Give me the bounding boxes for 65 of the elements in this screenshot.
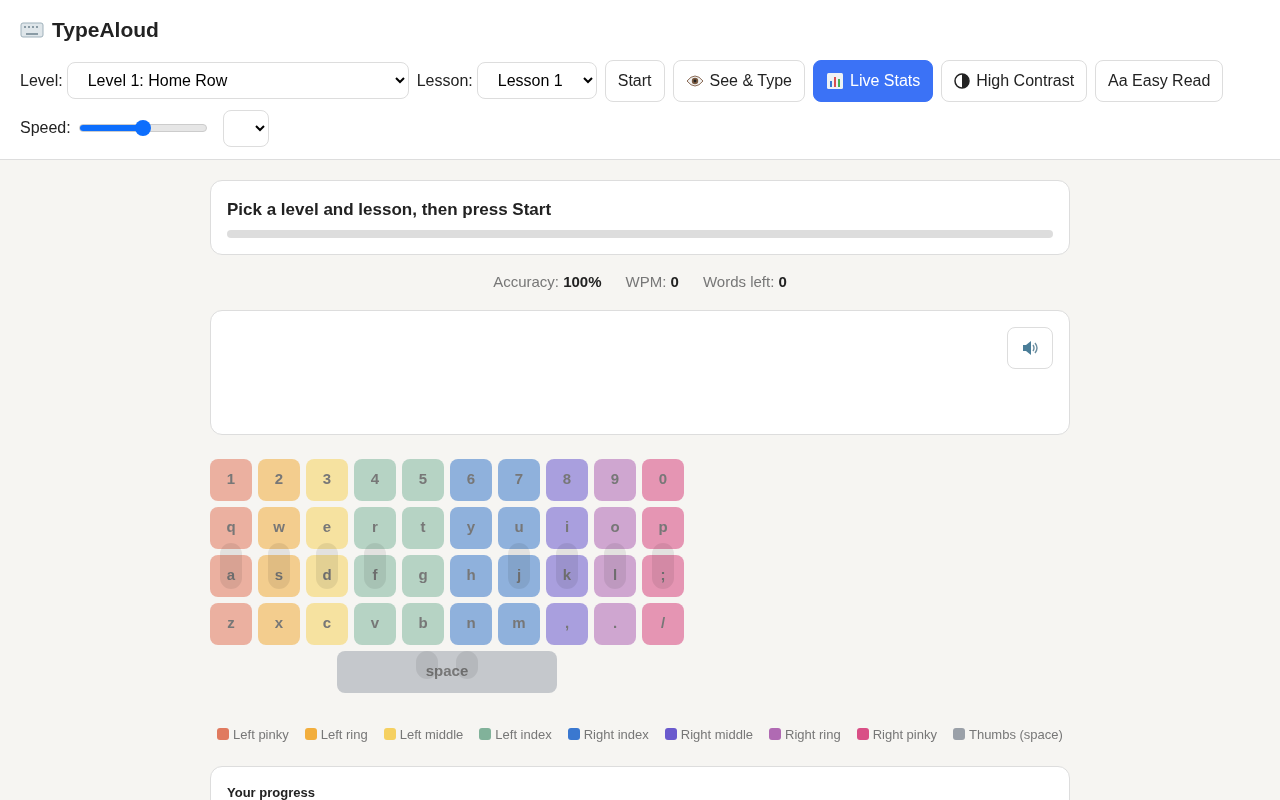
- keyboard-key: 1: [210, 458, 252, 501]
- keyboard-key: 7: [498, 458, 540, 501]
- stat-text: WPM: 0: [625, 272, 679, 292]
- toolbar-button[interactable]: Live Stats: [813, 59, 934, 102]
- app-title: TypeAloud: [52, 17, 159, 43]
- keyboard-key: n: [450, 602, 492, 645]
- keyboard-key: t: [402, 506, 444, 549]
- legend-label: Right middle: [680, 725, 753, 744]
- keyboard-key: 0: [642, 458, 684, 501]
- toolbar-button[interactable]: See & Type: [672, 59, 805, 102]
- level-select[interactable]: Level 1: Home Row: [66, 62, 409, 99]
- level-label: Level:: [20, 70, 63, 91]
- stat-text: Words left: 0: [702, 272, 787, 292]
- keyboard-key: c: [306, 602, 348, 645]
- keyboard-key: x: [258, 602, 300, 645]
- keyboard-key: i: [546, 506, 588, 549]
- keyboard-key: y: [450, 506, 492, 549]
- space-key: space: [337, 650, 557, 693]
- keyboard-key: w: [258, 506, 300, 549]
- stat-text: Accuracy: 100%: [493, 272, 602, 292]
- toolbar-button[interactable]: Aa Easy Read: [1095, 59, 1224, 102]
- keyboard-key: 8: [546, 458, 588, 501]
- legend-label: Right ring: [785, 725, 841, 744]
- keyboard-key: 5: [402, 458, 444, 501]
- keyboard-key: u: [498, 506, 540, 549]
- keyboard-key: 3: [306, 458, 348, 501]
- keyboard-icon: [20, 21, 44, 38]
- keyboard-key: q: [210, 506, 252, 549]
- toolbar-button[interactable]: Start: [604, 59, 665, 102]
- speaker-icon: [1021, 338, 1039, 357]
- keyboard-key: 9: [594, 458, 636, 501]
- legend-label: Left index: [495, 725, 552, 744]
- keyboard-key: b: [402, 602, 444, 645]
- keyboard-key: .: [594, 602, 636, 645]
- keyboard-key: v: [354, 602, 396, 645]
- keyboard-key: 2: [258, 458, 300, 501]
- legend-label: Left middle: [399, 725, 464, 744]
- slider-thumb[interactable]: [134, 120, 151, 136]
- speed-label: Speed:: [20, 118, 71, 138]
- keyboard-key: e: [306, 506, 348, 549]
- keyboard-key: r: [354, 506, 396, 549]
- lesson-label: Lesson:: [416, 70, 473, 91]
- toolbar-button[interactable]: High Contrast: [941, 59, 1088, 102]
- speaker-button[interactable]: [1007, 326, 1053, 369]
- keyboard-key: /: [642, 602, 684, 645]
- keyboard-key: g: [402, 554, 444, 597]
- legend-label: Left ring: [320, 725, 368, 744]
- keyboard-key: z: [210, 602, 252, 645]
- legend-label: Right pinky: [872, 725, 937, 744]
- keyboard-key: p: [642, 506, 684, 549]
- section-title: Your progress: [227, 784, 316, 800]
- keyboard-key: 6: [450, 458, 492, 501]
- keyboard-key: m: [498, 602, 540, 645]
- legend-label: Right index: [583, 725, 649, 744]
- legend-label: Thumbs (space): [968, 725, 1063, 744]
- contrast-icon: [954, 72, 971, 89]
- keyboard-key: 4: [354, 458, 396, 501]
- keyboard-key: ,: [546, 602, 588, 645]
- bar-chart-icon: [826, 71, 844, 90]
- keyboard-key: h: [450, 554, 492, 597]
- keyboard-key: o: [594, 506, 636, 549]
- prompt-text: Pick a level and lesson, then press Start: [227, 198, 553, 221]
- eye-icon: [685, 73, 704, 88]
- lesson-select[interactable]: Lesson 1: [476, 62, 597, 99]
- legend-label: Left pinky: [233, 725, 289, 744]
